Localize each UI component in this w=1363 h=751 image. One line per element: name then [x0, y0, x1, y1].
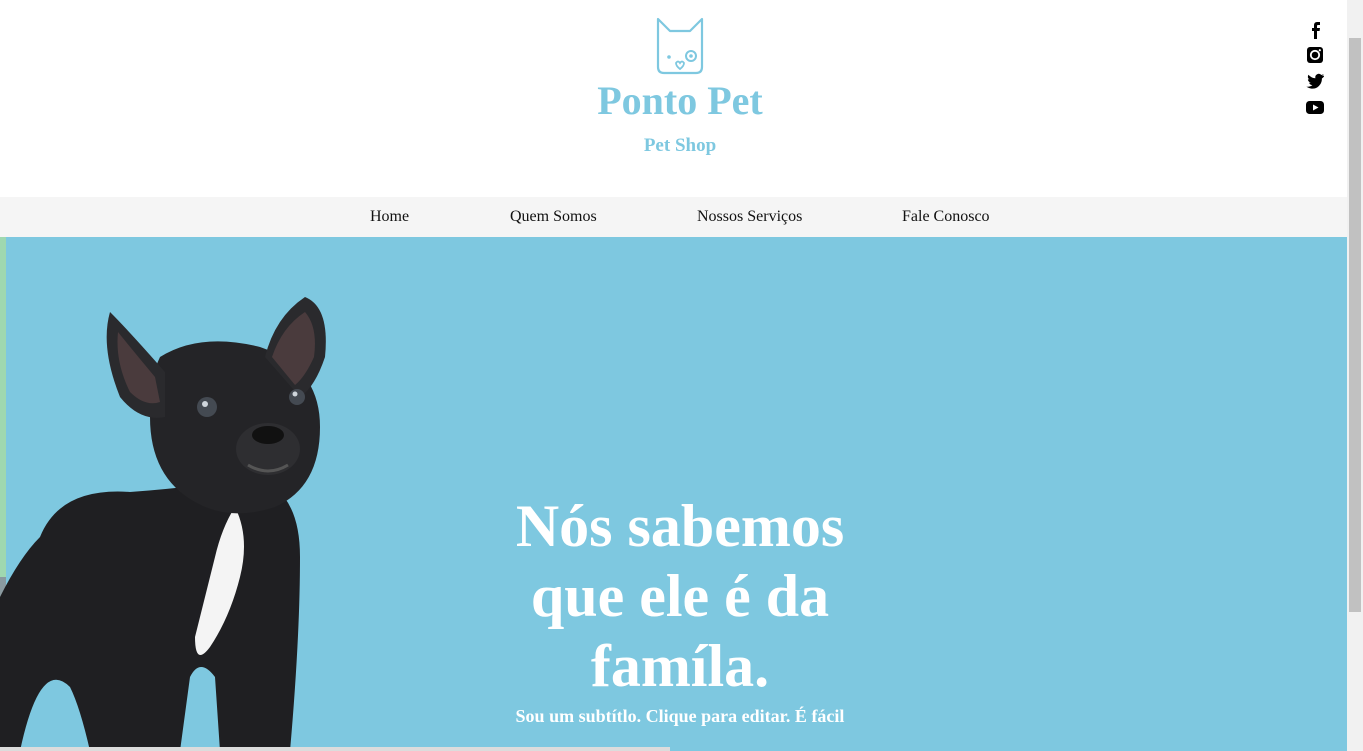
- youtube-icon[interactable]: [1304, 96, 1326, 118]
- hero-title-line-1: Nós sabemos: [515, 493, 845, 559]
- hero-subtitle[interactable]: Sou um subtítlo. Clique para editar. É f…: [430, 705, 930, 727]
- site-header: Ponto Pet Pet Shop: [0, 0, 1347, 197]
- facebook-icon[interactable]: [1304, 18, 1326, 40]
- nav-home[interactable]: Home: [370, 197, 409, 237]
- main-nav: Home Quem Somos Nossos Serviços Fale Con…: [0, 197, 1347, 238]
- horizontal-scrollbar[interactable]: [0, 747, 670, 751]
- hero-section: Nós sabemos que ele é da famíla. Sou um …: [0, 237, 1347, 751]
- hero-title[interactable]: Nós sabemos que ele é da famíla.: [480, 491, 880, 701]
- social-links: [1304, 18, 1326, 122]
- nav-quem-somos[interactable]: Quem Somos: [510, 197, 597, 237]
- instagram-icon[interactable]: [1304, 44, 1326, 66]
- brand-subtitle: Pet Shop: [643, 135, 717, 156]
- french-bulldog-image: [0, 297, 326, 751]
- hero-title-line-3: famíla.: [590, 633, 770, 699]
- brand-name[interactable]: Ponto Pet: [0, 78, 1360, 124]
- twitter-icon[interactable]: [1304, 70, 1326, 92]
- nav-nossos-servicos[interactable]: Nossos Serviços: [697, 197, 802, 237]
- dog-face-icon[interactable]: [652, 15, 708, 77]
- hero-title-line-2: que ele é da: [530, 563, 830, 629]
- nav-fale-conosco[interactable]: Fale Conosco: [902, 197, 990, 237]
- scrollbar-thumb[interactable]: [1349, 38, 1361, 612]
